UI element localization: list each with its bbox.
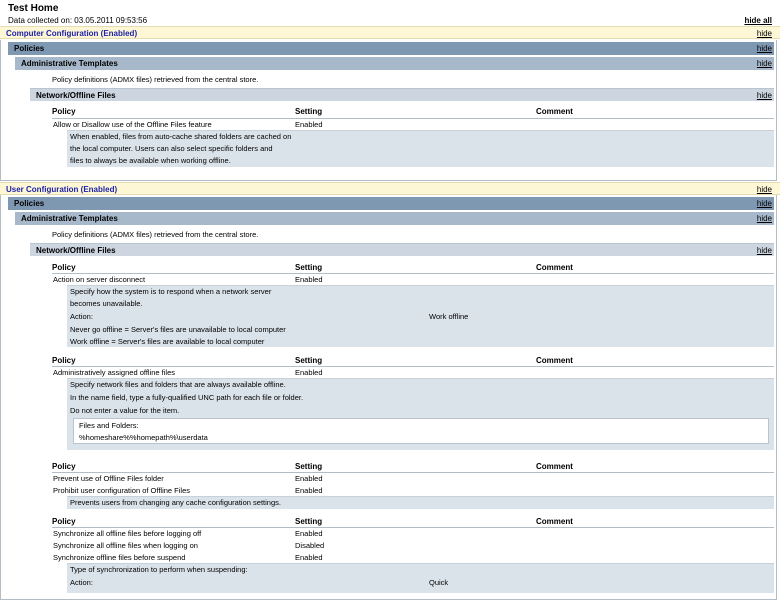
col-setting: Setting bbox=[295, 462, 323, 471]
user-admin-header: Administrative Templates hide bbox=[15, 212, 774, 225]
user-config-label: User Configuration (Enabled) bbox=[6, 185, 118, 194]
divider bbox=[52, 472, 774, 473]
action-value: Quick bbox=[429, 578, 449, 587]
policy-name: Action on server disconnect bbox=[53, 275, 146, 284]
network-offline-label: Network/Offline Files bbox=[36, 91, 116, 100]
policy-name: Synchronize all offline files when loggi… bbox=[53, 541, 198, 550]
col-policy: Policy bbox=[52, 517, 76, 526]
policy-setting: Disabled bbox=[295, 541, 325, 550]
hide-link[interactable]: hide bbox=[757, 199, 772, 208]
section-border bbox=[776, 195, 777, 600]
col-setting: Setting bbox=[295, 263, 323, 272]
explain-line: In the name field, type a fully-qualifie… bbox=[70, 393, 304, 402]
hide-link[interactable]: hide bbox=[757, 91, 772, 100]
divider bbox=[52, 118, 774, 119]
explain-line: Do not enter a value for the item. bbox=[70, 406, 180, 415]
policies-label: Policies bbox=[14, 44, 45, 53]
admin-description: Policy definitions (ADMX files) retrieve… bbox=[52, 230, 259, 239]
policy-name: Administratively assigned offline files bbox=[53, 368, 176, 377]
policy-name: Synchronize all offline files before log… bbox=[53, 529, 202, 538]
computer-config-header: Computer Configuration (Enabled) hide bbox=[0, 26, 780, 39]
explain-line: Action: bbox=[70, 312, 93, 321]
files-folders-value: %homeshare%%homepath%\userdata bbox=[79, 433, 208, 442]
col-policy: Policy bbox=[52, 462, 76, 471]
explain-line: When enabled, files from auto-cache shar… bbox=[70, 132, 292, 141]
computer-policies-header: Policies hide bbox=[8, 42, 774, 55]
policy-setting: Enabled bbox=[295, 275, 323, 284]
hide-link[interactable]: hide bbox=[757, 44, 772, 53]
computer-network-header: Network/Offline Files hide bbox=[30, 88, 774, 101]
section-border bbox=[0, 40, 1, 180]
action-value: Work offline bbox=[429, 312, 469, 321]
admin-templates-label: Administrative Templates bbox=[21, 214, 118, 223]
hide-link[interactable]: hide bbox=[757, 59, 772, 68]
divider bbox=[52, 273, 774, 274]
hide-link[interactable]: hide bbox=[757, 185, 772, 194]
policy-setting: Enabled bbox=[295, 368, 323, 377]
explain-line: Specify how the system is to respond whe… bbox=[70, 287, 272, 296]
files-folders-box: Files and Folders: %homeshare%%homepath%… bbox=[73, 418, 769, 444]
col-comment: Comment bbox=[536, 356, 573, 365]
divider bbox=[52, 527, 774, 528]
col-setting: Setting bbox=[295, 356, 323, 365]
network-offline-label: Network/Offline Files bbox=[36, 246, 116, 255]
policy-setting: Enabled bbox=[295, 486, 323, 495]
explain-line: files to always be available when workin… bbox=[70, 156, 231, 165]
computer-admin-header: Administrative Templates hide bbox=[15, 57, 774, 70]
policy-explanation: Prevents users from changing any cache c… bbox=[67, 496, 774, 509]
policy-name: Allow or Disallow use of the Offline Fil… bbox=[53, 120, 212, 129]
hide-link[interactable]: hide bbox=[757, 246, 772, 255]
policy-setting: Enabled bbox=[295, 474, 323, 483]
computer-config-label: Computer Configuration (Enabled) bbox=[6, 29, 138, 38]
policy-setting: Enabled bbox=[295, 553, 323, 562]
explain-line: Type of synchronization to perform when … bbox=[70, 565, 248, 574]
policy-explanation: Specify how the system is to respond whe… bbox=[67, 285, 774, 347]
policy-setting: Enabled bbox=[295, 120, 323, 129]
hide-link[interactable]: hide bbox=[757, 29, 772, 38]
col-comment: Comment bbox=[536, 107, 573, 116]
page-title: Test Home bbox=[8, 3, 59, 14]
explain-line: the local computer. Users can also selec… bbox=[70, 144, 273, 153]
table-header: Policy Setting Comment bbox=[52, 106, 774, 118]
policy-explanation: When enabled, files from auto-cache shar… bbox=[67, 130, 774, 167]
policy-setting: Enabled bbox=[295, 529, 323, 538]
col-setting: Setting bbox=[295, 107, 323, 116]
policies-label: Policies bbox=[14, 199, 45, 208]
col-policy: Policy bbox=[52, 263, 76, 272]
col-policy: Policy bbox=[52, 356, 76, 365]
col-policy: Policy bbox=[52, 107, 76, 116]
divider bbox=[52, 366, 774, 367]
user-config-header: User Configuration (Enabled) hide bbox=[0, 182, 780, 195]
user-network-header: Network/Offline Files hide bbox=[30, 243, 774, 256]
policy-name: Prevent use of Offline Files folder bbox=[53, 474, 164, 483]
section-bottom bbox=[0, 180, 777, 181]
col-comment: Comment bbox=[536, 462, 573, 471]
policy-name: Prohibit user configuration of Offline F… bbox=[53, 486, 191, 495]
admin-templates-label: Administrative Templates bbox=[21, 59, 118, 68]
files-folders-label: Files and Folders: bbox=[79, 421, 139, 430]
explain-line: Specify network files and folders that a… bbox=[70, 380, 286, 389]
hide-all-link[interactable]: hide all bbox=[744, 16, 772, 25]
hide-link[interactable]: hide bbox=[757, 214, 772, 223]
col-comment: Comment bbox=[536, 263, 573, 272]
explain-line: Work offline = Server's files are availa… bbox=[70, 337, 265, 346]
explain-line: Never go offline = Server's files are un… bbox=[70, 325, 286, 334]
policy-explanation: Type of synchronization to perform when … bbox=[67, 563, 774, 593]
col-setting: Setting bbox=[295, 517, 323, 526]
explain-line: Prevents users from changing any cache c… bbox=[70, 498, 281, 507]
section-border bbox=[776, 40, 777, 180]
collected-timestamp: Data collected on: 03.05.2011 09:53:56 bbox=[8, 16, 148, 25]
action-label: Action: bbox=[70, 578, 93, 587]
user-policies-header: Policies hide bbox=[8, 197, 774, 210]
admin-description: Policy definitions (ADMX files) retrieve… bbox=[52, 75, 259, 84]
explain-line: becomes unavailable. bbox=[70, 299, 143, 308]
section-border bbox=[0, 195, 1, 600]
col-comment: Comment bbox=[536, 517, 573, 526]
policy-name: Synchronize offline files before suspend bbox=[53, 553, 186, 562]
